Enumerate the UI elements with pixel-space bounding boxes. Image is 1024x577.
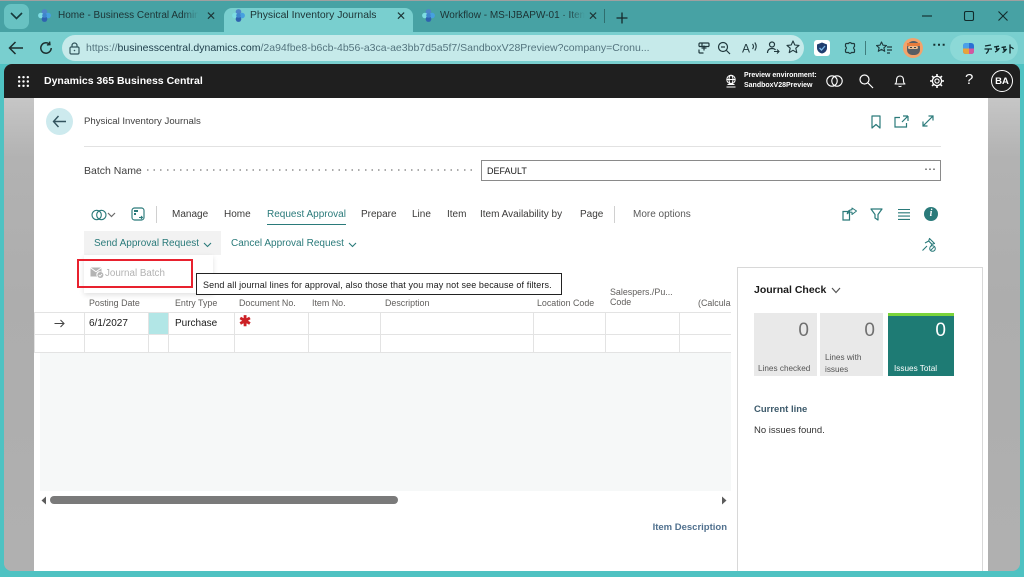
svg-text:A: A [742,42,750,56]
